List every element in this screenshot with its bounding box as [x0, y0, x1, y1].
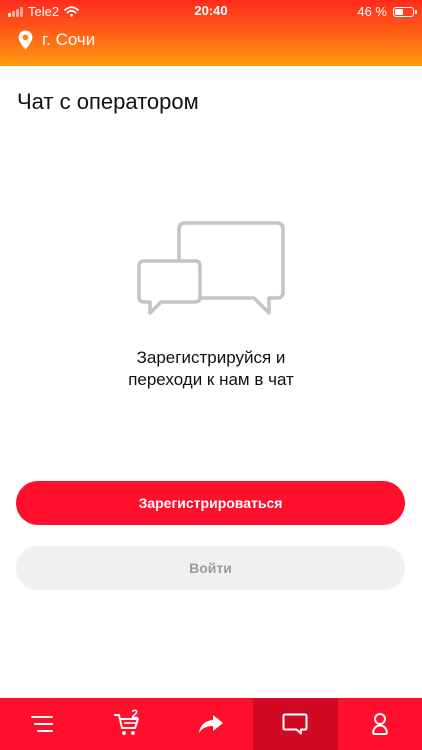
register-prompt: Зарегистрируйся и переходи к нам в чат: [0, 347, 422, 391]
register-button[interactable]: Зарегистрироваться: [16, 481, 405, 525]
city-selector[interactable]: г. Сочи: [18, 30, 95, 50]
page-title: Чат с оператором: [17, 89, 199, 114]
menu-icon: [31, 716, 54, 732]
location-pin-icon: [18, 30, 33, 50]
prompt-line-2: переходи к нам в чат: [128, 370, 294, 389]
cart-badge: 2: [131, 707, 139, 721]
login-button[interactable]: Войти: [16, 546, 405, 590]
chat-bubbles-icon: [137, 221, 285, 315]
tab-share[interactable]: [169, 698, 253, 750]
battery-percent: 46 %: [357, 4, 387, 19]
profile-icon: [371, 713, 388, 735]
city-name: г. Сочи: [42, 30, 96, 49]
tab-menu[interactable]: [0, 698, 84, 750]
bottom-tab-bar: 2: [0, 698, 422, 750]
status-bar-right: 46 %: [357, 4, 417, 19]
prompt-line-1: Зарегистрируйся и: [136, 348, 286, 367]
tab-cart[interactable]: 2: [84, 698, 168, 750]
status-bar: Tele2 20:40 46 %: [0, 0, 422, 22]
app-header: Tele2 20:40 46 % г. Сочи: [0, 0, 422, 66]
tab-chat[interactable]: [253, 698, 338, 750]
battery-level: [395, 8, 403, 15]
battery-icon: [393, 6, 417, 17]
chat-icon: [282, 713, 308, 735]
share-icon: [198, 715, 223, 733]
tab-profile[interactable]: [338, 698, 422, 750]
